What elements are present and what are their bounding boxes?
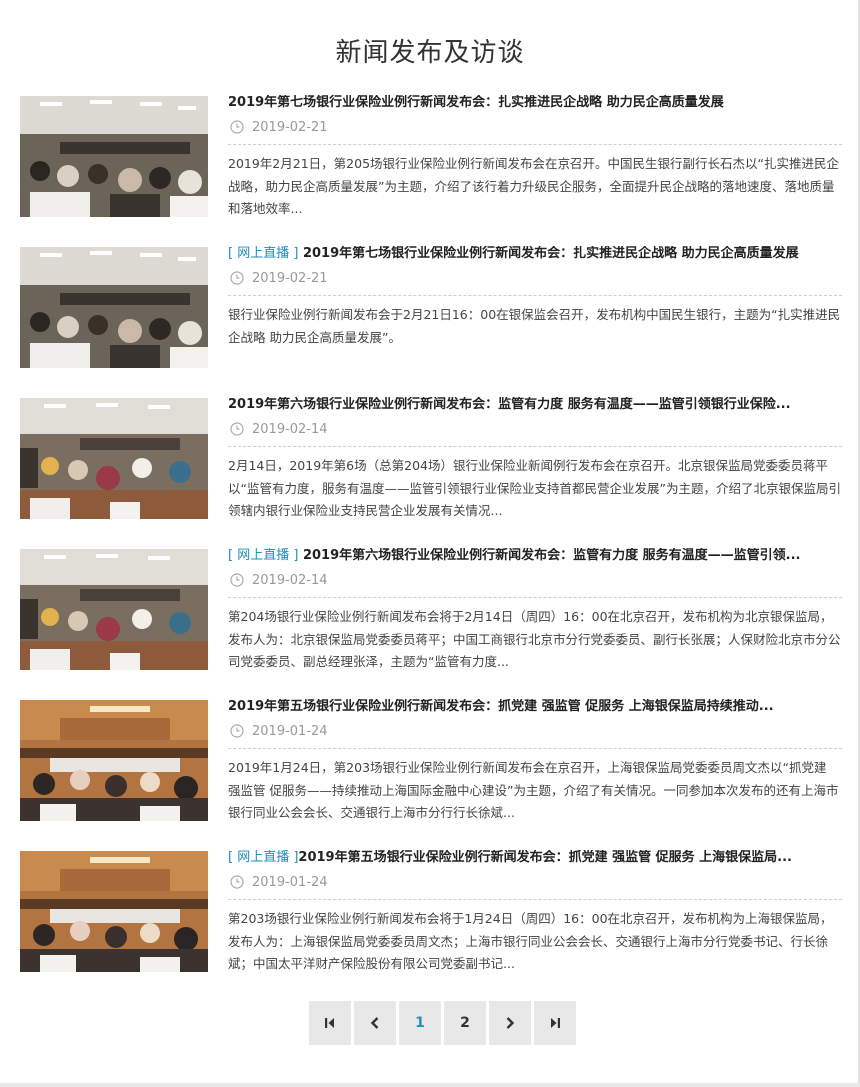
clock-icon (230, 120, 244, 134)
news-date-text: 2019-01-24 (252, 723, 328, 739)
divider (228, 748, 842, 749)
news-body: [ 网上直播 ]2019年第五场银行业保险业例行新闻发布会：抓党建 强监管 促服… (228, 850, 842, 976)
divider (228, 446, 842, 447)
news-summary: 第203场银行业保险业例行新闻发布会将于1月24日（周四）16：00在北京召开，… (228, 911, 833, 971)
prev-page-icon (370, 1017, 379, 1029)
page-title: 新闻发布及访谈 (335, 38, 525, 68)
live-tag: [ 网上直播 ] (228, 850, 299, 865)
news-body: 2019年第七场银行业保险业例行新闻发布会：扎实推进民企战略 助力民企高质量发展… (228, 95, 842, 221)
news-title-link[interactable]: [ 网上直播 ] 2019年第七场银行业保险业例行新闻发布会：扎实推进民企战略 … (228, 246, 842, 262)
news-title-link[interactable]: [ 网上直播 ]2019年第五场银行业保险业例行新闻发布会：抓党建 强监管 促服… (228, 850, 842, 866)
news-item[interactable]: 2019年第五场银行业保险业例行新闻发布会：抓党建 强监管 促服务 上海银保监局… (20, 699, 842, 825)
news-summary: 第204场银行业保险业例行新闻发布会将于2月14日（周四）16：00在北京召开，… (228, 609, 841, 669)
news-thumbnail[interactable] (20, 700, 208, 821)
news-item[interactable]: 2019年第七场银行业保险业例行新闻发布会：扎实推进民企战略 助力民企高质量发展… (20, 95, 842, 221)
news-summary: 2019年2月21日，第205场银行业保险业例行新闻发布会在京召开。中国民生银行… (228, 156, 840, 216)
news-title: 2019年第六场银行业保险业例行新闻发布会：监管有力度 服务有温度——监管引领.… (302, 548, 801, 563)
news-summary: 银行业保险业例行新闻发布会于2月21日16：00在银保监会召开，发布机构中国民生… (228, 307, 841, 345)
clock-icon (230, 422, 244, 436)
live-tag: [ 网上直播 ] (228, 548, 299, 563)
news-title: 2019年第五场银行业保险业例行新闻发布会：抓党建 强监管 促服务 上海银保监局… (228, 699, 774, 714)
news-item[interactable]: [ 网上直播 ] 2019年第七场银行业保险业例行新闻发布会：扎实推进民企战略 … (20, 246, 842, 372)
page-button-1[interactable]: 1 (399, 1001, 441, 1045)
news-body: [ 网上直播 ] 2019年第六场银行业保险业例行新闻发布会：监管有力度 服务有… (228, 548, 842, 674)
news-thumbnail[interactable] (20, 96, 208, 217)
news-date: 2019-02-14 (228, 572, 842, 588)
news-body: 2019年第六场银行业保险业例行新闻发布会：监管有力度 服务有温度——监管引领银… (228, 397, 842, 523)
news-summary: 2月14日，2019年第6场（总第204场）银行业保险业新闻例行发布会在京召开。… (228, 458, 841, 518)
news-title: 2019年第六场银行业保险业例行新闻发布会：监管有力度 服务有温度——监管引领银… (228, 397, 791, 412)
news-date: 2019-02-14 (228, 421, 842, 437)
first-page-icon (325, 1018, 334, 1028)
clock-icon (230, 875, 244, 889)
news-date: 2019-01-24 (228, 874, 842, 890)
divider (228, 597, 842, 598)
news-date-text: 2019-01-24 (252, 874, 328, 890)
news-title: 2019年第七场银行业保险业例行新闻发布会：扎实推进民企战略 助力民企高质量发展 (302, 246, 799, 261)
news-date-text: 2019-02-21 (252, 119, 328, 135)
news-date-text: 2019-02-14 (252, 572, 328, 588)
news-date-text: 2019-02-14 (252, 421, 328, 437)
divider (228, 295, 842, 296)
news-title: 2019年第七场银行业保险业例行新闻发布会：扎实推进民企战略 助力民企高质量发展 (228, 95, 724, 110)
last-page-button[interactable] (534, 1001, 576, 1045)
news-thumbnail[interactable] (20, 549, 208, 670)
news-item[interactable]: 2019年第六场银行业保险业例行新闻发布会：监管有力度 服务有温度——监管引领银… (20, 397, 842, 523)
news-title: 2019年第五场银行业保险业例行新闻发布会：抓党建 强监管 促服务 上海银保监局… (298, 850, 792, 865)
news-item[interactable]: [ 网上直播 ] 2019年第六场银行业保险业例行新闻发布会：监管有力度 服务有… (20, 548, 842, 674)
news-thumbnail[interactable] (20, 247, 208, 368)
clock-icon (230, 271, 244, 285)
next-page-icon (506, 1017, 515, 1029)
news-date: 2019-01-24 (228, 723, 842, 739)
divider (228, 144, 842, 145)
next-page-button[interactable] (489, 1001, 531, 1045)
divider (228, 899, 842, 900)
live-tag: [ 网上直播 ] (228, 246, 299, 261)
first-page-button[interactable] (309, 1001, 351, 1045)
news-thumbnail[interactable] (20, 851, 208, 972)
clock-icon (230, 724, 244, 738)
news-date: 2019-02-21 (228, 270, 842, 286)
news-summary: 2019年1月24日，第203场银行业保险业例行新闻发布会在京召开，上海银保监局… (228, 760, 839, 820)
news-date-text: 2019-02-21 (252, 270, 328, 286)
news-title-link[interactable]: 2019年第六场银行业保险业例行新闻发布会：监管有力度 服务有温度——监管引领银… (228, 397, 842, 413)
last-page-icon (551, 1018, 560, 1028)
news-thumbnail[interactable] (20, 398, 208, 519)
news-body: [ 网上直播 ] 2019年第七场银行业保险业例行新闻发布会：扎实推进民企战略 … (228, 246, 842, 372)
prev-page-button[interactable] (354, 1001, 396, 1045)
page-frame-bottom (0, 1083, 860, 1087)
news-item[interactable]: [ 网上直播 ]2019年第五场银行业保险业例行新闻发布会：抓党建 强监管 促服… (20, 850, 842, 976)
news-body: 2019年第五场银行业保险业例行新闻发布会：抓党建 强监管 促服务 上海银保监局… (228, 699, 842, 825)
news-title-link[interactable]: 2019年第七场银行业保险业例行新闻发布会：扎实推进民企战略 助力民企高质量发展 (228, 95, 842, 111)
page-button-2[interactable]: 2 (444, 1001, 486, 1045)
pagination: 1 2 (309, 1001, 576, 1045)
news-title-link[interactable]: [ 网上直播 ] 2019年第六场银行业保险业例行新闻发布会：监管有力度 服务有… (228, 548, 842, 564)
news-title-link[interactable]: 2019年第五场银行业保险业例行新闻发布会：抓党建 强监管 促服务 上海银保监局… (228, 699, 842, 715)
clock-icon (230, 573, 244, 587)
news-date: 2019-02-21 (228, 119, 842, 135)
